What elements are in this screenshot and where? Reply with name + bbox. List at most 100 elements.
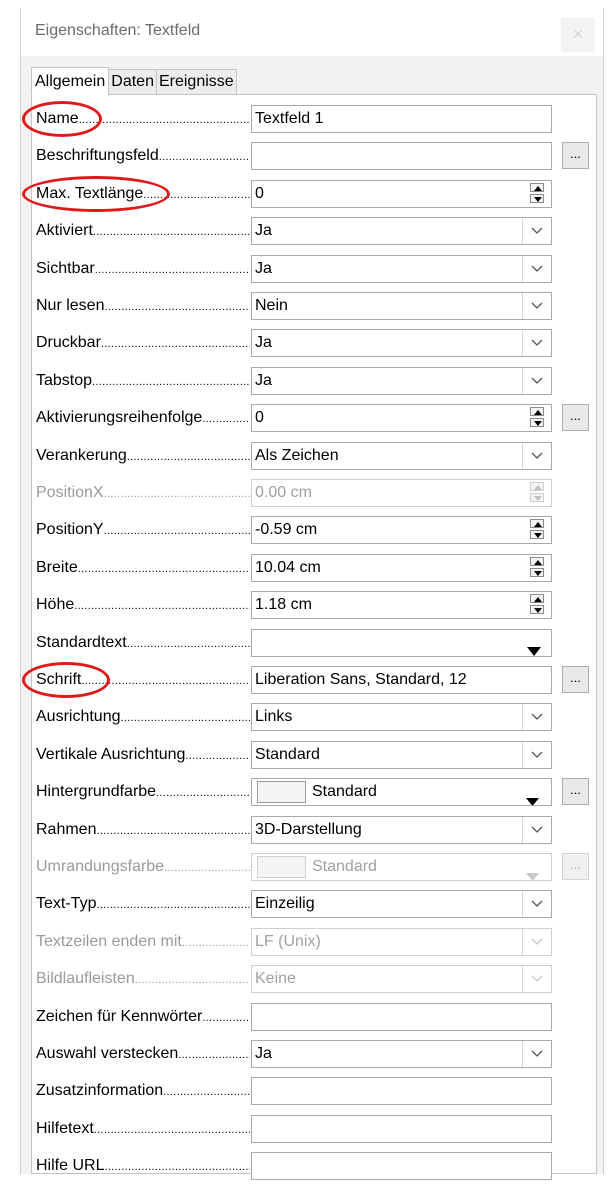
property-value: Ja xyxy=(255,222,272,240)
chevron-down-icon[interactable] xyxy=(522,1041,551,1067)
property-label-positiony: PositionY xyxy=(36,518,250,542)
tab-allgemein[interactable]: Allgemein xyxy=(31,67,110,96)
browse-button-beschriftungsfeld[interactable]: ... xyxy=(562,142,589,170)
close-button[interactable]: × xyxy=(561,18,595,52)
browse-button-schrift[interactable]: ... xyxy=(562,666,589,693)
chevron-down-icon[interactable] xyxy=(522,891,551,918)
property-value: LF (Unix) xyxy=(255,932,321,950)
chevron-down-icon[interactable] xyxy=(522,367,551,394)
triangle-down-icon[interactable] xyxy=(526,789,539,806)
spin-up-icon[interactable] xyxy=(530,594,544,604)
property-select-rahmen[interactable]: 3D-Darstellung xyxy=(251,815,552,844)
property-row-tabstop: Tabstop Ja xyxy=(32,366,596,400)
chevron-down-icon[interactable] xyxy=(522,293,551,319)
chevron-down-icon[interactable] xyxy=(522,255,551,282)
property-input-beschriftungsfeld[interactable] xyxy=(251,142,552,171)
property-select-tabstop[interactable]: Ja xyxy=(251,366,552,395)
property-row-verankerung: Verankerung Als Zeichen xyxy=(32,441,596,475)
property-value: Einzeilig xyxy=(255,895,315,913)
property-label-hilfetext: Hilfetext xyxy=(36,1117,250,1141)
property-label-max-textlaenge: Max. Textlänge xyxy=(36,182,250,206)
property-color-select-hintergrundfarbe[interactable]: Standard xyxy=(251,778,552,807)
spin-up-icon[interactable] xyxy=(530,556,544,566)
chevron-down-icon[interactable] xyxy=(522,704,551,731)
spin-down-icon xyxy=(530,493,544,502)
property-label-verankerung: Verankerung xyxy=(36,444,250,468)
property-row-max-textlaenge: Max. Textlänge 0 xyxy=(22,175,596,213)
spin-down-icon[interactable] xyxy=(530,605,544,615)
chevron-down-icon[interactable] xyxy=(522,330,551,357)
property-row-ausrichtung: Ausrichtung Links xyxy=(32,702,596,736)
property-select-verankerung[interactable]: Als Zeichen xyxy=(251,441,552,470)
spin-down-icon[interactable] xyxy=(530,193,544,203)
spin-up-icon[interactable] xyxy=(530,407,544,417)
spin-buttons xyxy=(530,482,546,503)
property-value: Liberation Sans, Standard, 12 xyxy=(255,671,467,688)
browse-button-hintergrundfarbe[interactable]: ... xyxy=(562,778,589,806)
property-select-text-typ[interactable]: Einzeilig xyxy=(251,890,552,919)
property-input-zusatzinformation[interactable] xyxy=(251,1077,552,1106)
property-label-rahmen: Rahmen xyxy=(36,818,250,842)
tab-ereignisse[interactable]: Ereignisse xyxy=(155,69,237,95)
property-value: 1.18 cm xyxy=(255,596,312,614)
spin-down-icon[interactable] xyxy=(530,418,544,428)
property-spinfield-breite[interactable]: 10.04 cm xyxy=(251,553,552,582)
spin-down-icon[interactable] xyxy=(530,567,544,577)
property-row-zeichen-fuer-kennwoerter: Zeichen für Kennwörter xyxy=(32,1002,596,1036)
property-select-ausrichtung[interactable]: Links xyxy=(251,703,552,732)
chevron-down-icon[interactable] xyxy=(522,442,551,469)
chevron-down-icon[interactable] xyxy=(522,218,551,245)
property-spinfield-max-textlaenge[interactable]: 0 xyxy=(251,179,552,208)
property-combobox-standardtext[interactable] xyxy=(251,628,552,657)
property-label-zeichen-fuer-kennwoerter: Zeichen für Kennwörter xyxy=(36,1005,250,1029)
spin-up-icon[interactable] xyxy=(530,519,544,529)
property-row-standardtext: Standardtext xyxy=(32,628,596,662)
property-row-nur-lesen: Nur lesen Nein xyxy=(32,291,596,325)
property-label-nur-lesen: Nur lesen xyxy=(36,294,250,318)
property-spinfield-aktivierungsreihenfolge[interactable]: 0 xyxy=(251,404,552,433)
property-input-name[interactable]: Textfeld 1 xyxy=(251,105,552,133)
spin-up-icon xyxy=(530,482,544,491)
property-select-auswahl-verstecken[interactable]: Ja xyxy=(251,1040,552,1068)
spin-buttons xyxy=(530,519,546,540)
property-input-zeichen-fuer-kennwoerter[interactable] xyxy=(251,1002,552,1031)
property-row-textzeilen-enden-mit: Textzeilen enden mit LF (Unix) xyxy=(32,927,596,961)
triangle-down-icon[interactable] xyxy=(526,864,539,880)
triangle-down-icon[interactable] xyxy=(527,639,541,656)
property-select-nur-lesen[interactable]: Nein xyxy=(251,292,552,320)
property-input-hilfetext[interactable] xyxy=(251,1114,552,1143)
property-spinfield-hoehe[interactable]: 1.18 cm xyxy=(251,591,552,620)
property-label-breite: Breite xyxy=(36,556,250,580)
property-row-umrandungsfarbe: Umrandungsfarbe Standard... xyxy=(32,852,596,886)
property-value: -0.59 cm xyxy=(255,521,318,539)
tab-daten[interactable]: Daten xyxy=(108,69,157,95)
property-select-aktiviert[interactable]: Ja xyxy=(251,217,552,246)
property-select-sichtbar[interactable]: Ja xyxy=(251,254,552,283)
property-select-druckbar[interactable]: Ja xyxy=(251,329,552,358)
property-row-beschriftungsfeld: Beschriftungsfeld... xyxy=(32,141,596,175)
property-input-schrift[interactable]: Liberation Sans, Standard, 12 xyxy=(251,666,552,694)
property-input-hilfe-url[interactable] xyxy=(251,1152,552,1181)
spin-up-icon[interactable] xyxy=(530,182,544,192)
property-color-select-umrandungsfarbe: Standard xyxy=(251,853,552,881)
property-value: Nein xyxy=(255,297,288,314)
property-label-standardtext: Standardtext xyxy=(36,631,250,655)
property-label-aktiviert: Aktiviert xyxy=(36,219,250,243)
property-row-vertikale-ausrichtung: Vertikale Ausrichtung Standard xyxy=(32,740,596,774)
spin-down-icon[interactable] xyxy=(530,530,544,540)
chevron-down-icon[interactable] xyxy=(522,741,551,768)
browse-button-aktivierungsreihenfolge[interactable]: ... xyxy=(562,404,589,432)
property-select-textzeilen-enden-mit: LF (Unix) xyxy=(251,927,552,956)
property-label-druckbar: Druckbar xyxy=(36,331,250,355)
property-label-textzeilen-enden-mit: Textzeilen enden mit xyxy=(36,930,250,954)
property-row-name: Name Textfeld 1 xyxy=(22,101,596,138)
property-select-vertikale-ausrichtung[interactable]: Standard xyxy=(251,740,552,769)
property-row-sichtbar: Sichtbar Ja xyxy=(32,254,596,288)
spin-buttons xyxy=(530,556,546,578)
property-row-rahmen: Rahmen 3D-Darstellung xyxy=(32,815,596,849)
property-value: 0 xyxy=(255,409,264,427)
property-label-name: Name xyxy=(36,107,250,131)
property-value: 0.00 cm xyxy=(255,484,312,501)
chevron-down-icon[interactable] xyxy=(522,816,551,843)
property-spinfield-positiony[interactable]: -0.59 cm xyxy=(251,516,552,545)
